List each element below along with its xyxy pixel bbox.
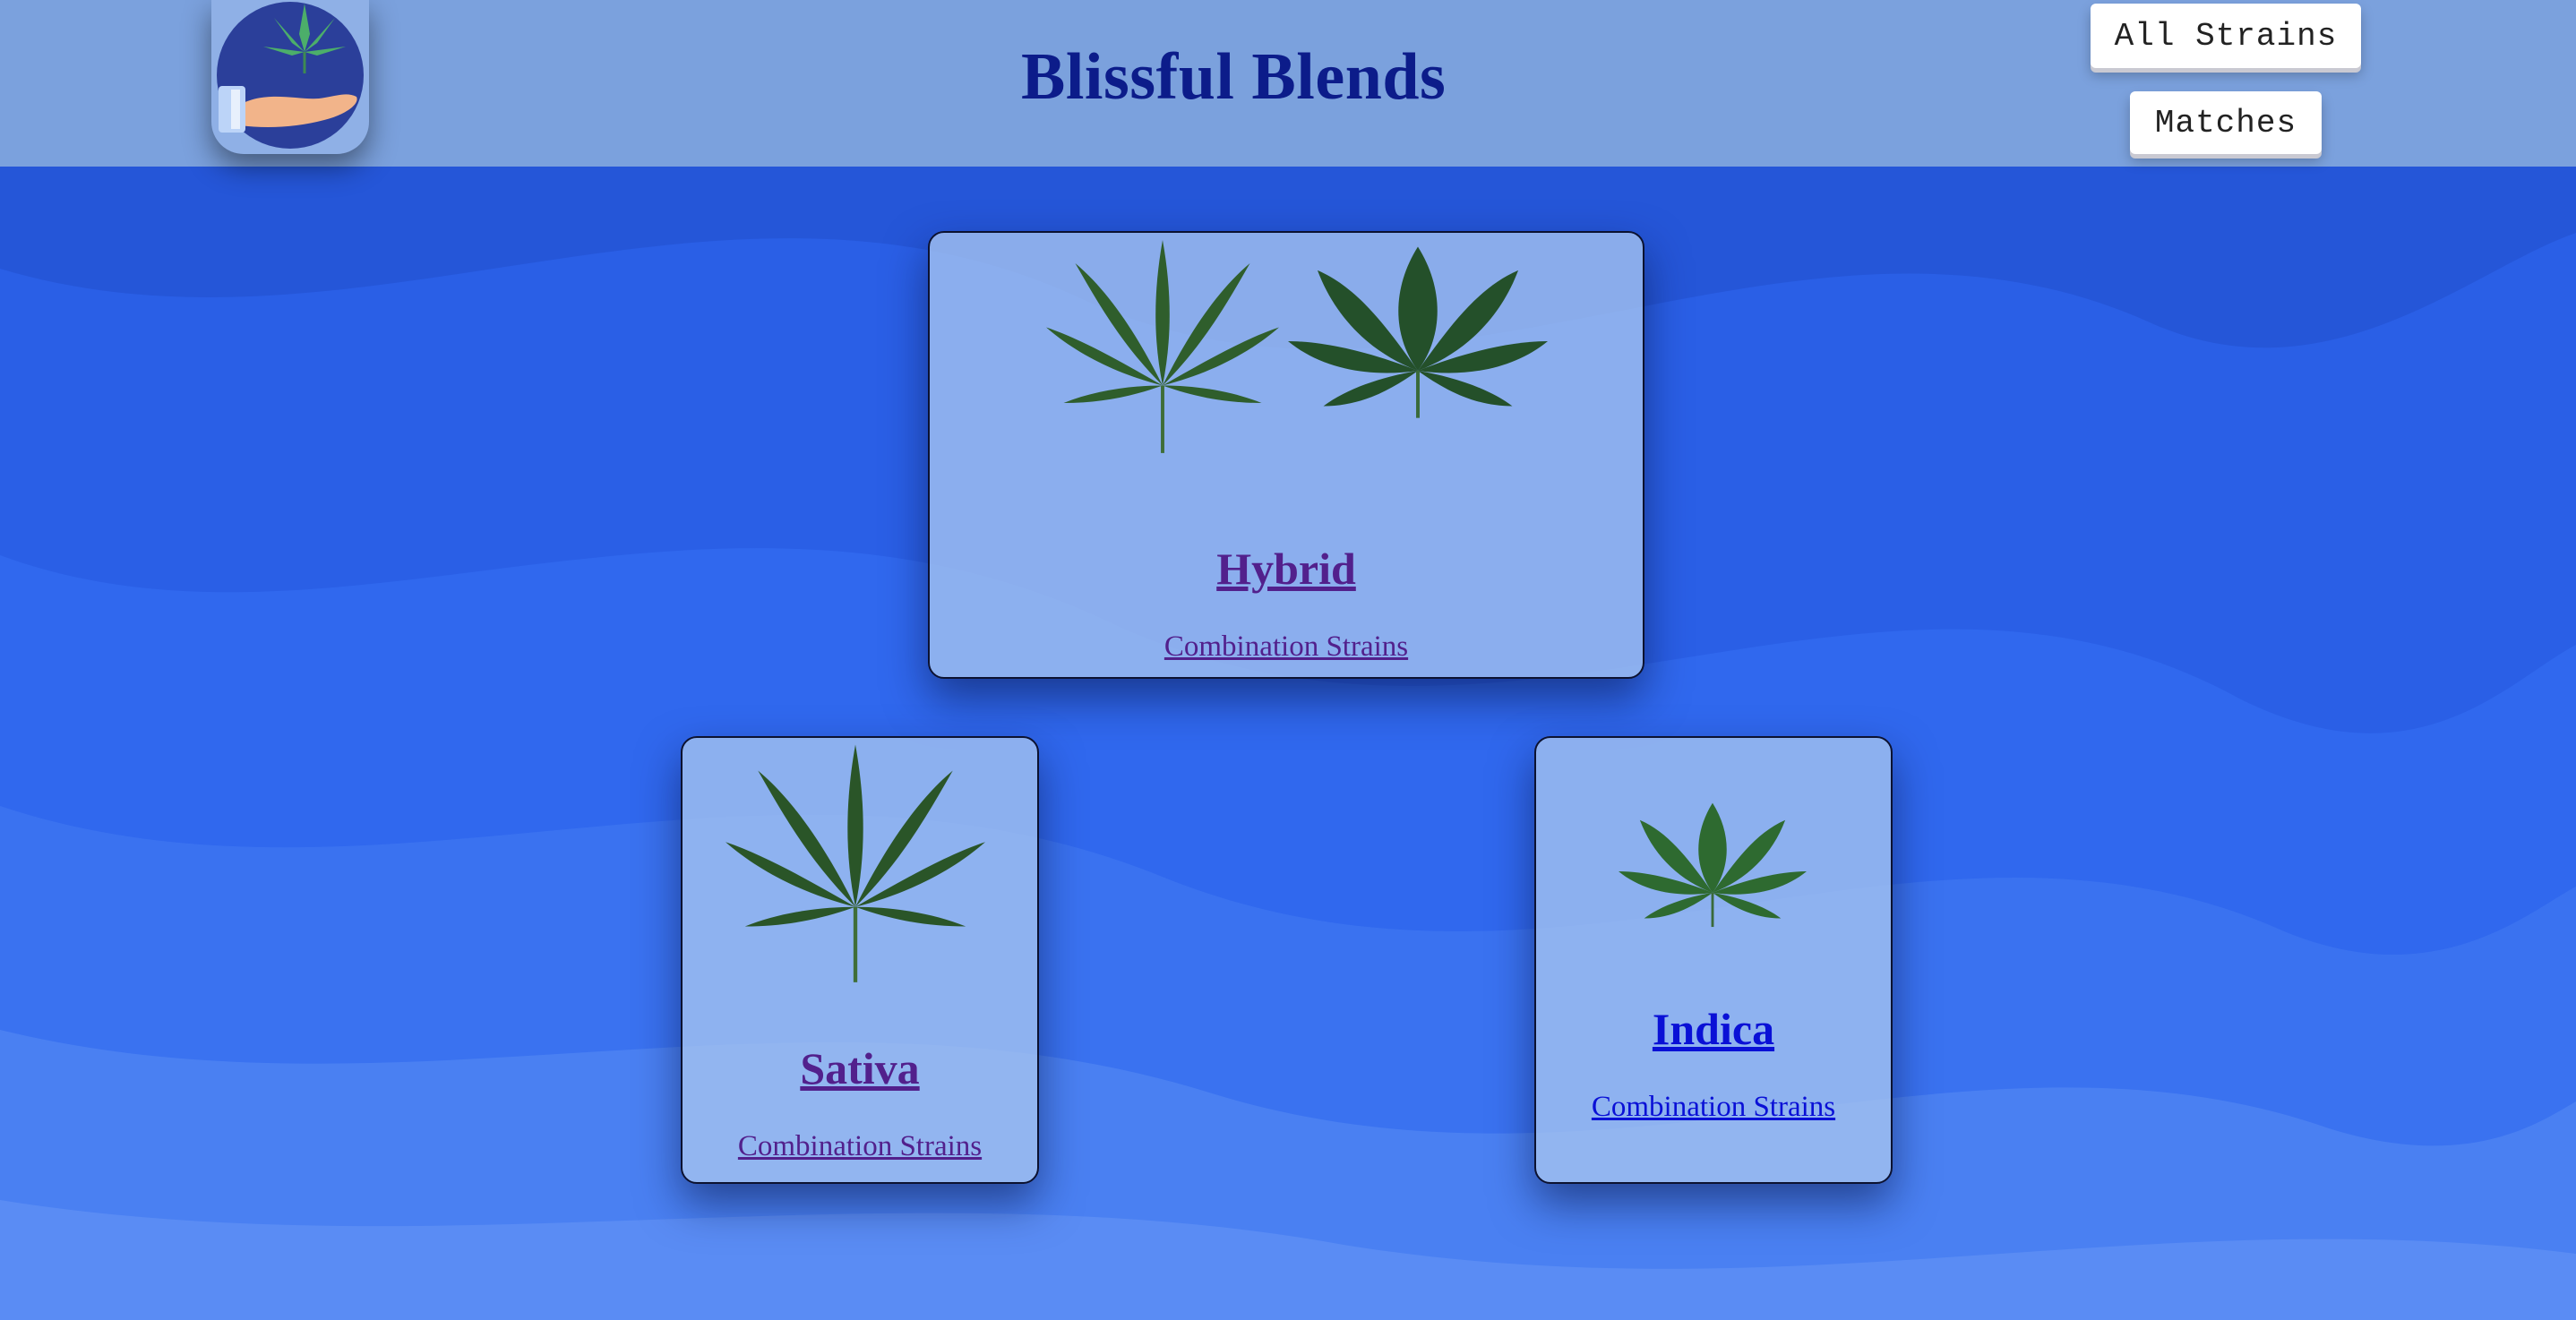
indica-link[interactable]: Indica: [1536, 1003, 1891, 1055]
sativa-card[interactable]: Sativa Combination Strains: [681, 736, 1039, 1184]
all-strains-button[interactable]: All Strains: [2091, 4, 2361, 68]
matches-button[interactable]: Matches: [2130, 91, 2322, 154]
sativa-combination-strains-link[interactable]: Combination Strains: [683, 1130, 1037, 1163]
indica-leaf-icon: [1619, 802, 1807, 928]
hybrid-link[interactable]: Hybrid: [930, 543, 1643, 595]
hybrid-card[interactable]: Hybrid Combination Strains: [928, 231, 1644, 679]
hybrid-combination-strains-link[interactable]: Combination Strains: [930, 630, 1643, 664]
sativa-leaf-icon: [1046, 240, 1279, 453]
indica-combination-strains-link[interactable]: Combination Strains: [1536, 1091, 1891, 1124]
indica-card[interactable]: Indica Combination Strains: [1534, 736, 1893, 1184]
indica-leaf-icon: [1288, 246, 1548, 418]
site-header: Blissful Blends All Strains Matches: [0, 0, 2576, 167]
hand-holding-leaf-icon[interactable]: [211, 0, 369, 154]
sativa-link[interactable]: Sativa: [683, 1042, 1037, 1094]
site-title: Blissful Blends: [1021, 40, 1447, 114]
sativa-leaf-icon: [726, 744, 985, 982]
